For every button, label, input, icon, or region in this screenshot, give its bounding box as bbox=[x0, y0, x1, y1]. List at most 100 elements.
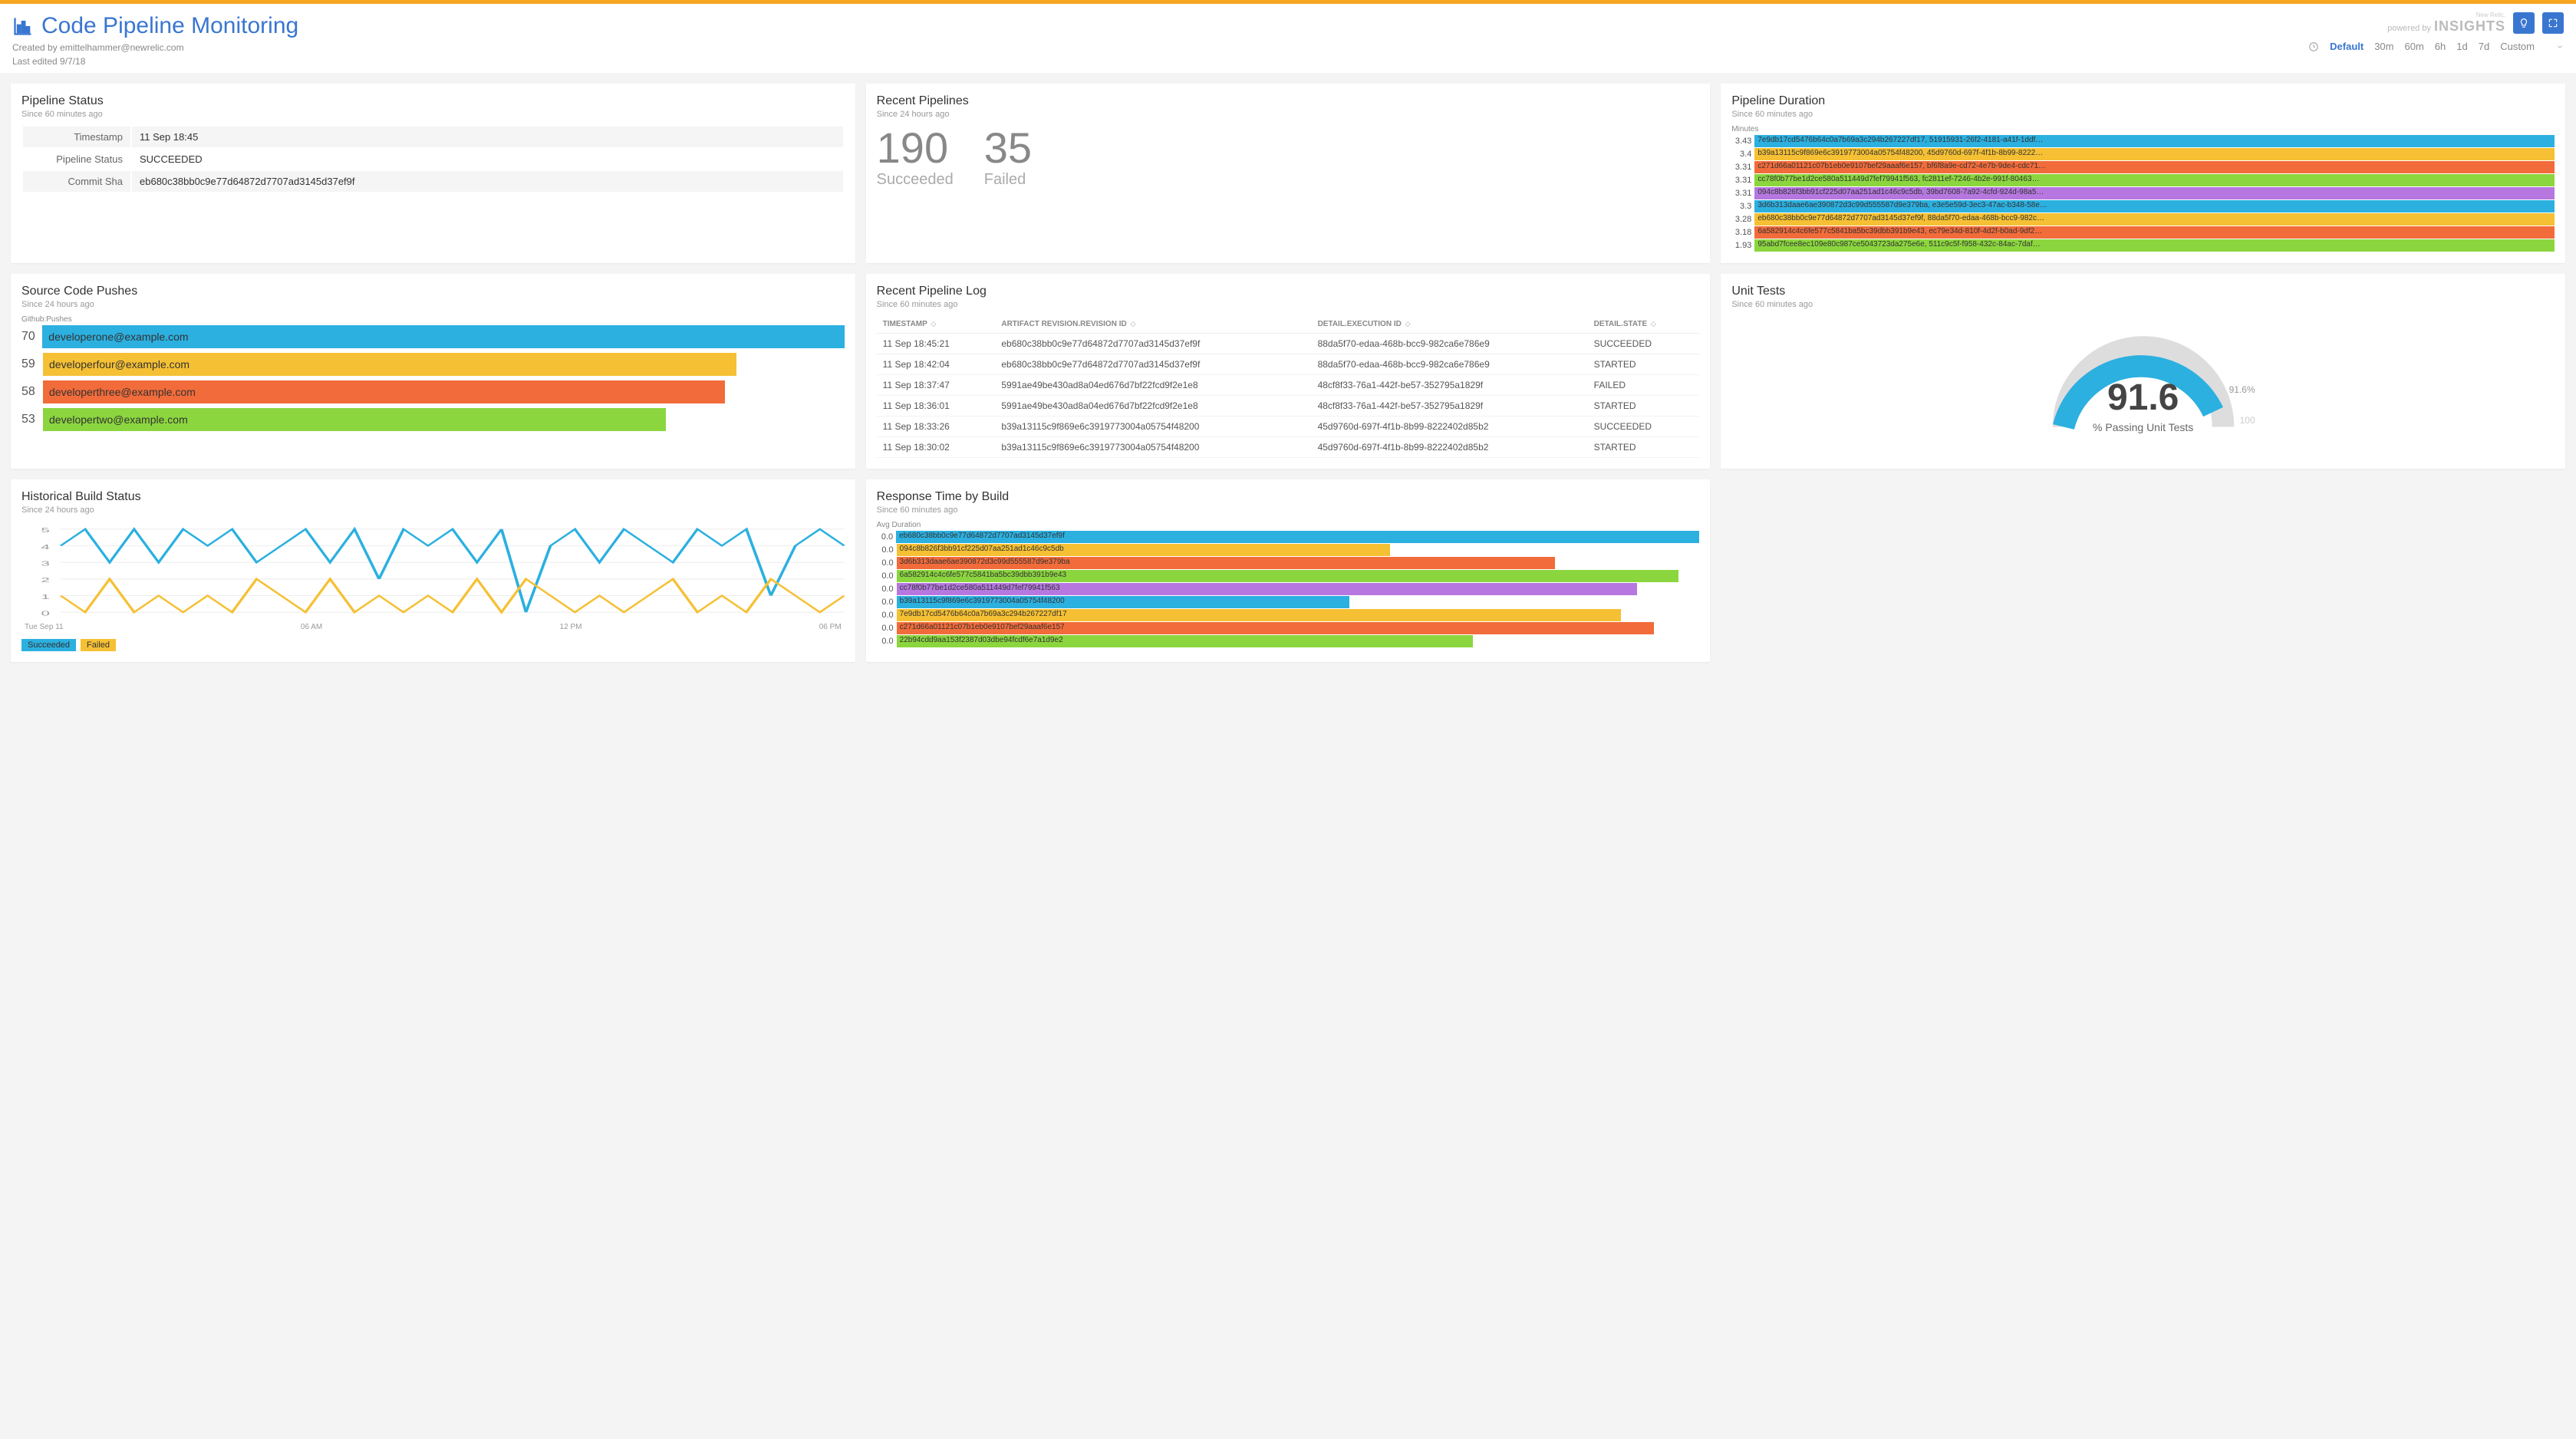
bar-label: 7e9db17cd5476b64c0a7b69a3c294b267227df17 bbox=[897, 609, 1621, 621]
cell-exec: 88da5f70-edaa-468b-bcc9-982ca6e786e9 bbox=[1312, 354, 1588, 375]
column-header[interactable]: ARTIFACT REVISION.REVISION ID ◇ bbox=[995, 315, 1311, 334]
bar-label: eb680c38bb0c9e77d64872d7707ad3145d37ef9f… bbox=[1754, 213, 2555, 226]
card-since: Since 60 minutes ago bbox=[877, 300, 1700, 309]
card-title: Response Time by Build bbox=[877, 490, 1700, 504]
column-header[interactable]: TIMESTAMP ◇ bbox=[877, 315, 996, 334]
bar-value: 0.0 bbox=[877, 571, 897, 581]
bar-row[interactable]: 3.4b39a13115c9f869e6c3919773004a05754f48… bbox=[1731, 148, 2555, 160]
bar-label: 95abd7fcee8ec109e80c987ce5043723da275e6e… bbox=[1754, 239, 2555, 252]
axis-label: Minutes bbox=[1731, 125, 2555, 133]
bar-row[interactable]: 0.0b39a13115c9f869e6c3919773004a05754f48… bbox=[877, 596, 1700, 608]
kv-key: Timestamp bbox=[23, 127, 130, 147]
bar-label: cc78f0b77be1d2ce580a511449d7fef79941f563 bbox=[897, 583, 1637, 595]
card-title: Pipeline Status bbox=[21, 94, 845, 108]
cell-rev: b39a13115c9f869e6c3919773004a05754f48200 bbox=[995, 417, 1311, 437]
bar-value: 3.43 bbox=[1731, 137, 1754, 146]
bar-value: 53 bbox=[21, 413, 43, 426]
cell-rev: b39a13115c9f869e6c3919773004a05754f48200 bbox=[995, 437, 1311, 458]
facet-label: Github:Pushes bbox=[21, 315, 845, 324]
dashboard-title[interactable]: Code Pipeline Monitoring bbox=[41, 13, 298, 39]
succeeded-label: Succeeded bbox=[877, 171, 954, 189]
pipeline-log-table: TIMESTAMP ◇ARTIFACT REVISION.REVISION ID… bbox=[877, 315, 1700, 458]
chevron-down-icon[interactable] bbox=[2556, 43, 2564, 51]
bar-label: c271d66a01121c07b1eb0e9107bef29aaaf6e157 bbox=[897, 622, 1654, 634]
bar-value: 3.4 bbox=[1731, 150, 1754, 159]
column-header[interactable]: DETAIL.EXECUTION ID ◇ bbox=[1312, 315, 1588, 334]
clock-icon bbox=[2308, 41, 2319, 52]
time-option-30m[interactable]: 30m bbox=[2374, 41, 2393, 52]
bar-row[interactable]: 0.06a582914c4c6fe577c5841ba5bc39dbb391b9… bbox=[877, 570, 1700, 582]
time-option-default[interactable]: Default bbox=[2330, 41, 2364, 52]
axis-label: Avg Duration bbox=[877, 521, 1700, 529]
bar-row[interactable]: 0.07e9db17cd5476b64c0a7b69a3c294b267227d… bbox=[877, 609, 1700, 621]
table-row[interactable]: 11 Sep 18:33:26b39a13115c9f869e6c3919773… bbox=[877, 417, 1700, 437]
card-source-pushes: Source Code Pushes Since 24 hours ago Gi… bbox=[11, 274, 855, 469]
cell-exec: 45d9760d-697f-4f1b-8b99-8222402d85b2 bbox=[1312, 417, 1588, 437]
bar-row[interactable]: 53developertwo@example.com bbox=[21, 408, 845, 431]
bar-label: 6a582914c4c6fe577c5841ba5bc39dbb391b9e43 bbox=[897, 570, 1678, 582]
bar-label: 7e9db17cd5476b64c0a7b69a3c294b267227df17… bbox=[1754, 135, 2555, 147]
svg-text:0: 0 bbox=[41, 610, 51, 617]
cell-state: SUCCEEDED bbox=[1588, 334, 1700, 354]
time-picker: Default 30m 60m 6h 1d 7d Custom bbox=[2308, 41, 2564, 52]
time-option-custom[interactable]: Custom bbox=[2500, 41, 2535, 52]
response-time-chart: 0.0eb680c38bb0c9e77d64872d7707ad3145d37e… bbox=[877, 531, 1700, 647]
expand-button[interactable] bbox=[2542, 12, 2564, 34]
cell-rev: eb680c38bb0c9e77d64872d7707ad3145d37ef9f bbox=[995, 354, 1311, 375]
time-option-60m[interactable]: 60m bbox=[2405, 41, 2424, 52]
legend-failed[interactable]: Failed bbox=[81, 639, 116, 651]
table-row[interactable]: 11 Sep 18:45:21eb680c38bb0c9e77d64872d77… bbox=[877, 334, 1700, 354]
table-row[interactable]: 11 Sep 18:37:475991ae49be430ad8a04ed676d… bbox=[877, 375, 1700, 396]
bar-row[interactable]: 59developerfour@example.com bbox=[21, 353, 845, 376]
time-option-7d[interactable]: 7d bbox=[2479, 41, 2489, 52]
column-header[interactable]: DETAIL.STATE ◇ bbox=[1588, 315, 1700, 334]
kv-value: SUCCEEDED bbox=[132, 149, 843, 170]
lightbulb-button[interactable] bbox=[2513, 12, 2535, 34]
bar-row[interactable]: 0.0eb680c38bb0c9e77d64872d7707ad3145d37e… bbox=[877, 531, 1700, 543]
card-since: Since 24 hours ago bbox=[877, 110, 1700, 119]
time-option-6h[interactable]: 6h bbox=[2435, 41, 2446, 52]
bar-label: 3d6b313daae6ae390872d3c99d555587d9e379ba bbox=[897, 557, 1555, 569]
bar-row[interactable]: 0.022b94cdd9aa153f2387d03dbe94fcdf6e7a1d… bbox=[877, 635, 1700, 647]
bar-label: c271d66a01121c07b1eb0e9107bef29aaaf6e157… bbox=[1754, 161, 2555, 173]
card-since: Since 24 hours ago bbox=[21, 300, 845, 309]
time-option-1d[interactable]: 1d bbox=[2456, 41, 2467, 52]
card-pipeline-status: Pipeline Status Since 60 minutes ago Tim… bbox=[11, 84, 855, 263]
cell-ts: 11 Sep 18:36:01 bbox=[877, 396, 996, 417]
bar-label: b39a13115c9f869e6c3919773004a05754f48200 bbox=[897, 596, 1349, 608]
bar-label: developerthree@example.com bbox=[43, 380, 725, 403]
bar-row[interactable]: 1.9395abd7fcee8ec109e80c987ce5043723da27… bbox=[1731, 239, 2555, 252]
bar-value: 1.93 bbox=[1731, 241, 1754, 250]
bar-row[interactable]: 3.31094c8b826f3bb91cf225d07aa251ad1c46c9… bbox=[1731, 187, 2555, 199]
bar-row[interactable]: 58developerthree@example.com bbox=[21, 380, 845, 403]
card-since: Since 60 minutes ago bbox=[1731, 300, 2555, 309]
bar-row[interactable]: 3.28eb680c38bb0c9e77d64872d7707ad3145d37… bbox=[1731, 213, 2555, 226]
table-row[interactable]: 11 Sep 18:30:02b39a13115c9f869e6c3919773… bbox=[877, 437, 1700, 458]
bar-row[interactable]: 0.0cc78f0b77be1d2ce580a511449d7fef79941f… bbox=[877, 583, 1700, 595]
bar-row[interactable]: 3.31cc78f0b77be1d2ce580a511449d7fef79941… bbox=[1731, 174, 2555, 186]
duration-bar-chart: 3.437e9db17cd5476b64c0a7b69a3c294b267227… bbox=[1731, 135, 2555, 252]
table-row: Timestamp11 Sep 18:45 bbox=[23, 127, 843, 147]
table-row[interactable]: 11 Sep 18:42:04eb680c38bb0c9e77d64872d77… bbox=[877, 354, 1700, 375]
card-since: Since 24 hours ago bbox=[21, 505, 845, 515]
bar-value: 0.0 bbox=[877, 624, 897, 633]
bar-row[interactable]: 3.33d6b313daae6ae390872d3c99d555587d9e37… bbox=[1731, 200, 2555, 212]
dashboard-header: Code Pipeline Monitoring Created by emit… bbox=[0, 4, 2576, 73]
bar-row[interactable]: 0.03d6b313daae6ae390872d3c99d555587d9e37… bbox=[877, 557, 1700, 569]
logo-small: New Relic. bbox=[2387, 12, 2505, 18]
bar-row[interactable]: 0.0c271d66a01121c07b1eb0e9107bef29aaaf6e… bbox=[877, 622, 1700, 634]
legend-succeeded[interactable]: Succeeded bbox=[21, 639, 76, 651]
kv-value: 11 Sep 18:45 bbox=[132, 127, 843, 147]
bar-row[interactable]: 3.437e9db17cd5476b64c0a7b69a3c294b267227… bbox=[1731, 135, 2555, 147]
cell-ts: 11 Sep 18:45:21 bbox=[877, 334, 996, 354]
bar-row[interactable]: 3.31c271d66a01121c07b1eb0e9107bef29aaaf6… bbox=[1731, 161, 2555, 173]
bar-row[interactable]: 3.186a582914c4c6fe577c5841ba5bc39dbb391b… bbox=[1731, 226, 2555, 239]
failed-value: 35 bbox=[984, 127, 1032, 170]
table-row[interactable]: 11 Sep 18:36:015991ae49be430ad8a04ed676d… bbox=[877, 396, 1700, 417]
bar-row[interactable]: 70developerone@example.com bbox=[21, 325, 845, 348]
succeeded-value: 190 bbox=[877, 127, 954, 170]
cell-exec: 88da5f70-edaa-468b-bcc9-982ca6e786e9 bbox=[1312, 334, 1588, 354]
cell-ts: 11 Sep 18:37:47 bbox=[877, 375, 996, 396]
bar-row[interactable]: 0.0094c8b826f3bb91cf225d07aa251ad1c46c9c… bbox=[877, 544, 1700, 556]
bar-value: 0.0 bbox=[877, 611, 897, 620]
